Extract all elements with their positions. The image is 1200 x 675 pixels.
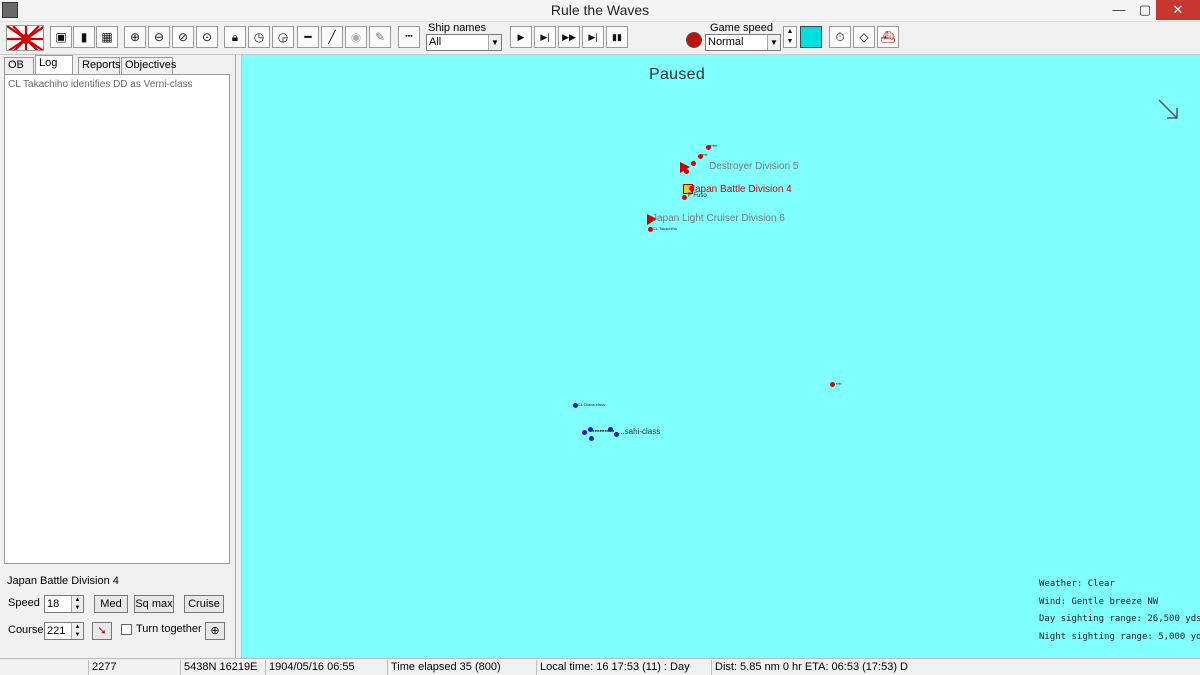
step-icon[interactable]: ▶| <box>534 26 556 48</box>
med-speed-button[interactable]: Med <box>94 595 128 613</box>
turn-together-label: Turn together <box>136 623 202 635</box>
target-icon[interactable]: ◉ <box>345 26 367 48</box>
status-cell-distance: Dist: 5.85 nm 0 hr ETA: 06:53 (17:53) D <box>711 660 981 675</box>
ship-names-value: All <box>429 36 442 48</box>
ship-icon[interactable]: ⛴︎ <box>877 26 899 48</box>
ship-label-takachiho: CL Takachiho <box>653 226 678 231</box>
course-spinner[interactable]: 221 ▲ ▼ <box>44 622 84 640</box>
game-speed-select[interactable]: Normal ▼ <box>705 34 781 51</box>
ship-label: ▪▪▪▪ <box>702 152 708 157</box>
pause-icon[interactable]: ▮▮ <box>606 26 628 48</box>
course-label: Course <box>8 624 44 636</box>
wind-arrow-icon <box>1158 99 1178 119</box>
record-icon[interactable] <box>686 32 702 48</box>
chevron-down-icon: ▼ <box>767 35 780 50</box>
zoom-fit-icon[interactable]: ⊘ <box>172 26 194 48</box>
wind-text: Wind: Gentle breeze NW <box>1039 597 1159 607</box>
status-bar: 2277 5438N 16219E 1904/05/16 06:55 Time … <box>0 658 1200 675</box>
faster-icon[interactable]: ▶| <box>582 26 604 48</box>
title-bar: Rule the Waves — ▢ ✕ <box>0 0 1200 22</box>
speed-label: Speed <box>8 597 40 609</box>
status-cell-elapsed: Time elapsed 35 (800) <box>387 660 535 675</box>
zoom-in-icon[interactable]: ⊕ <box>124 26 146 48</box>
ship-names-select[interactable]: All ▼ <box>426 34 502 51</box>
ship-marker[interactable] <box>691 161 696 166</box>
zoom-out-icon[interactable]: ⊖ <box>148 26 170 48</box>
status-cell-id: 2277 <box>88 660 178 675</box>
sidebar: OB Log Reports Objectives CL Takachiho i… <box>0 55 236 658</box>
ship-label: ▪▪▪▪ <box>836 381 842 386</box>
fast-icon[interactable]: ▶▶ <box>558 26 580 48</box>
paused-indicator: Paused <box>649 66 706 83</box>
window-title: Rule the Waves <box>550 2 650 18</box>
log-panel[interactable]: CL Takachiho identifies DD as Verni-clas… <box>4 74 230 564</box>
night-sighting-text: Night sighting range: 5,000 yds <box>1039 632 1200 642</box>
enemy-ship-marker[interactable] <box>589 436 594 441</box>
clock-icon[interactable]: ◷ <box>248 26 270 48</box>
unit-label-japan-light-cruiser-division-6[interactable]: Japan Light Cruiser Division 6 <box>652 213 785 224</box>
play-icon[interactable]: ▶ <box>510 26 532 48</box>
ship-label: ▪▪▪▪▪ <box>710 143 718 148</box>
tab-log[interactable]: Log <box>35 55 73 74</box>
close-button[interactable]: ✕ <box>1156 0 1200 20</box>
status-cell-date: 1904/05/16 06:55 <box>265 660 385 675</box>
stopwatch-icon[interactable]: ⏱︎ <box>829 26 851 48</box>
status-cell-position: 5438N 16219E <box>180 660 264 675</box>
chevron-down-icon: ▼ <box>488 35 501 50</box>
pen-icon[interactable]: ✎ <box>369 26 391 48</box>
exit-icon[interactable]: ▮ <box>73 26 95 48</box>
selected-division-name: Japan Battle Division 4 <box>7 575 119 587</box>
line-icon[interactable]: ━ <box>297 26 319 48</box>
tab-ob[interactable]: OB <box>4 57 34 74</box>
unit-label-destroyer-division-5[interactable]: Destroyer Division 5 <box>709 161 798 172</box>
tab-objectives[interactable]: Objectives <box>121 57 176 74</box>
ship-label-cluster: ▪▪▪▪▪▪▪▪▪ <box>592 428 615 435</box>
game-speed-label: Game speed <box>710 22 773 34</box>
weather-text: Weather: Clear <box>1039 579 1115 589</box>
ship-names-label: Ship names <box>428 22 487 34</box>
save-icon[interactable]: ▣ <box>50 26 72 48</box>
sea-color-icon[interactable] <box>800 26 822 48</box>
ship-label-diana: CL Diana-class <box>578 402 605 407</box>
cruise-button[interactable]: Cruise <box>184 595 224 613</box>
japan-flag-icon[interactable] <box>6 25 44 51</box>
enemy-ship-marker[interactable] <box>582 430 587 435</box>
log-entry: CL Takachiho identifies DD as Verni-clas… <box>8 79 193 90</box>
grid-icon[interactable]: ▦ <box>96 26 118 48</box>
speed-display-icon[interactable]: ▪▪▪ <box>398 26 420 48</box>
ruler-icon[interactable]: ╱ <box>321 26 343 48</box>
sq-max-button[interactable]: Sq max <box>134 595 174 613</box>
zoom-reset-icon[interactable]: ⊙ <box>196 26 218 48</box>
battle-map[interactable]: Paused ▪▪▪▪▪ ▪▪▪▪ Destroyer Division 5 J… <box>241 55 1200 658</box>
spinner-arrows-icon[interactable]: ▲ ▼ <box>71 623 83 639</box>
ship-label-enemy-group: ...sahi-class <box>618 427 661 436</box>
speed-spinner-icon[interactable]: ▲ ▼ <box>783 26 797 48</box>
lock-icon[interactable]: 🔒︎ <box>224 26 246 48</box>
target-icon[interactable]: ⊕ <box>205 622 225 640</box>
day-sighting-text: Day sighting range: 26,500 yds <box>1039 614 1200 624</box>
clock-alt-icon[interactable]: ◶ <box>272 26 294 48</box>
turn-together-checkbox[interactable] <box>121 624 132 635</box>
spinner-arrows-icon[interactable]: ▲ ▼ <box>71 596 83 612</box>
speed-value: 18 <box>47 598 60 610</box>
ship-marker[interactable] <box>682 195 687 200</box>
game-speed-value: Normal <box>708 36 744 48</box>
speed-spinner[interactable]: 18 ▲ ▼ <box>44 595 84 613</box>
course-pointer-icon[interactable]: ➘ <box>92 622 112 640</box>
tab-reports[interactable]: Reports <box>78 57 121 74</box>
toolbar: ▣ ▮ ▦ ⊕ ⊖ ⊘ ⊙ 🔒︎ ◷ ◶ ━ ╱ ◉ ✎ ▪▪▪ Ship na… <box>0 22 1200 55</box>
eraser-icon[interactable]: ◇ <box>853 26 875 48</box>
division-flag-icon[interactable] <box>679 161 691 175</box>
ship-label-fuso: F Fuso <box>688 193 707 199</box>
status-cell-local-time: Local time: 16 17:53 (11) : Day <box>536 660 710 675</box>
course-value: 221 <box>47 625 66 637</box>
ship-marker[interactable] <box>830 382 835 387</box>
